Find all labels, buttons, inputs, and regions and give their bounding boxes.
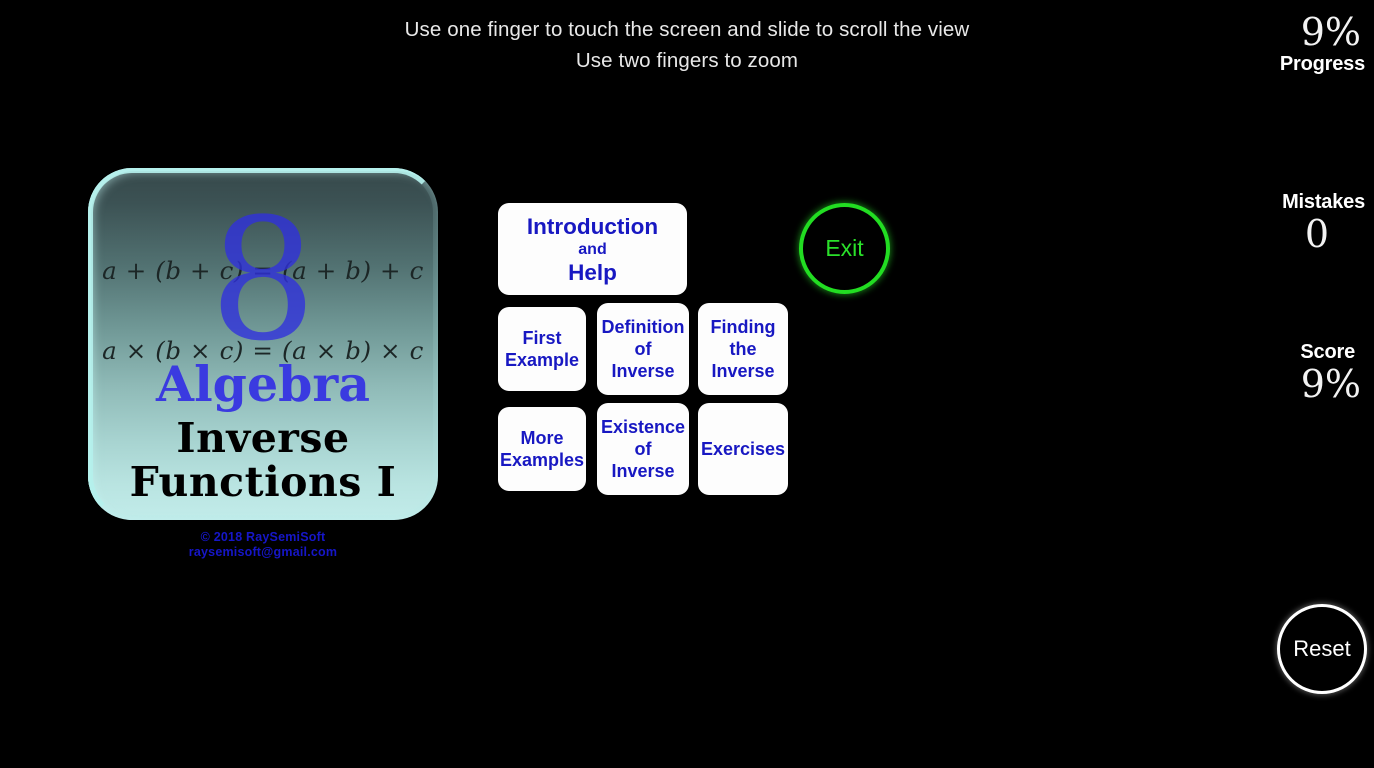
definition-line-3: Inverse <box>611 361 675 381</box>
existence-line-2: of <box>634 439 652 459</box>
intro-label-line-3: Help <box>568 259 617 285</box>
score-label: Score <box>1300 341 1355 363</box>
definition-line-2: of <box>634 339 652 359</box>
exit-button-label: Exit <box>825 235 864 261</box>
exercises-label: Exercises <box>700 439 786 459</box>
finding-line-2: the <box>729 339 757 359</box>
card-topic-line-2: Functions I <box>129 458 397 506</box>
contact-email: raysemisoft@gmail.com <box>188 544 338 559</box>
menu-button-more-examples[interactable]: More Examples <box>498 407 586 491</box>
copyright-notice: © 2018 RaySemiSoft raysemisoft@gmail.com <box>88 530 438 559</box>
menu-button-existence-of-inverse[interactable]: Existence of Inverse <box>597 403 689 495</box>
progress-value: 9% <box>1300 10 1361 54</box>
finding-line-3: Inverse <box>711 361 775 381</box>
mistakes-label: Mistakes <box>1282 191 1365 213</box>
existence-line-1: Existence <box>600 417 686 437</box>
card-topic-line-1: Inverse <box>176 414 350 462</box>
more-examples-line-2: Examples <box>499 450 585 470</box>
card-topic-title: Inverse Functions I <box>88 416 438 504</box>
chapter-number-badge: 8 <box>209 182 317 378</box>
reset-button[interactable]: Reset <box>1277 604 1367 694</box>
finding-line-1: Finding <box>710 317 776 337</box>
definition-line-1: Definition <box>601 317 685 337</box>
exit-button[interactable]: Exit <box>799 203 890 294</box>
menu-button-finding-the-inverse[interactable]: Finding the Inverse <box>698 303 788 395</box>
card-subject-title: Algebra <box>156 355 370 413</box>
intro-label-line-2: and <box>578 240 607 258</box>
progress-label: Progress <box>1279 53 1365 75</box>
menu-button-first-example[interactable]: First Example <box>498 307 586 391</box>
reset-button-label: Reset <box>1293 636 1351 661</box>
stat-mistakes: Mistakes 0 <box>1165 190 1365 254</box>
score-value: 9% <box>1300 362 1361 406</box>
menu-button-exercises[interactable]: Exercises <box>698 403 788 495</box>
more-examples-line-1: More <box>520 428 564 448</box>
mistakes-value: 0 <box>1304 212 1329 256</box>
app-title-card[interactable]: a + (b + c) = (a + b) + c a × (b × c) = … <box>88 168 438 520</box>
menu-button-definition-of-inverse[interactable]: Definition of Inverse <box>597 303 689 395</box>
intro-label-line-1: Introduction <box>526 213 659 239</box>
menu-button-introduction-and-help[interactable]: Introduction and Help <box>498 203 687 295</box>
copyright-line: © 2018 RaySemiSoft <box>200 530 326 544</box>
existence-line-3: Inverse <box>611 461 675 481</box>
first-example-line-1: First <box>522 328 562 348</box>
stat-progress: 9% Progress <box>1165 12 1365 76</box>
first-example-line-2: Example <box>504 350 580 370</box>
stat-score: Score 9% <box>1165 340 1365 404</box>
